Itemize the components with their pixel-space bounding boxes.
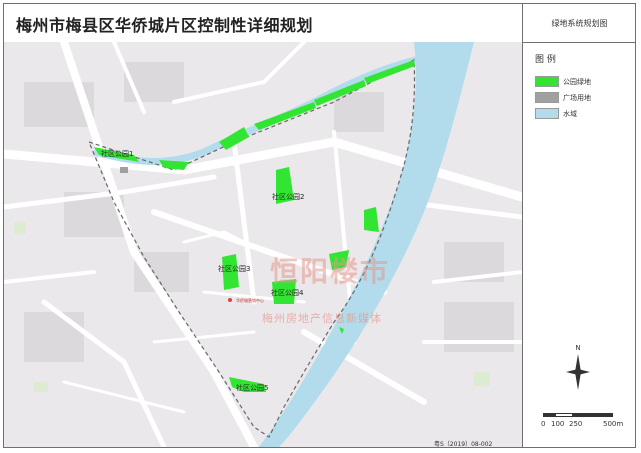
park-label-1: 社区公园1 <box>101 150 134 158</box>
map-frame: 梅州市梅县区华侨城片区控制性详细规划 社区公园1 社区公园2 社区公园3 社区公… <box>3 3 636 448</box>
legend-label-park: 公园绿地 <box>563 77 591 86</box>
plaza-block <box>120 167 128 173</box>
legend-label-plaza: 广场用地 <box>563 93 591 102</box>
scale-label-0: 0 <box>541 420 546 428</box>
map-title: 梅州市梅县区华侨城片区控制性详细规划 <box>16 16 314 35</box>
map-canvas: 社区公园1 社区公园2 社区公园3 社区公园4 社区公园5 华侨城营销中心 恒阳… <box>4 42 522 447</box>
plaza-swatch <box>535 92 559 103</box>
legend-heading: 图 例 <box>535 55 556 65</box>
scale-label-3: 500m <box>603 420 624 428</box>
legend-label-water: 水域 <box>563 109 577 118</box>
watermark-logo: 恒阳楼市 <box>270 255 391 288</box>
north-letter: N <box>575 344 580 352</box>
watermark-subtitle: 梅州房地产信息新媒体 <box>262 312 382 325</box>
north-arrow-icon: N <box>566 344 590 390</box>
legend-item-park: 公园绿地 <box>535 76 591 87</box>
water-swatch <box>535 108 559 119</box>
scale-label-2: 250 <box>569 420 583 428</box>
landmark-dot <box>228 298 232 302</box>
landmark-label: 华侨城营销中心 <box>236 298 264 303</box>
title-bar: 梅州市梅县区华侨城片区控制性详细规划 <box>4 4 522 43</box>
legend-panel-title: 绿地系统规划图 <box>523 4 636 43</box>
park-label-5: 社区公园5 <box>236 384 269 392</box>
park-label-3: 社区公园3 <box>218 265 251 273</box>
legend-panel: 绿地系统规划图 图 例 公园绿地 广场用地 水域 N 0 100 250 500… <box>522 4 636 447</box>
plan-number: 粤S（2019）08-002 <box>434 441 493 448</box>
scale-label-1: 100 <box>551 420 565 428</box>
legend-item-plaza: 广场用地 <box>535 92 591 103</box>
legend-item-water: 水域 <box>535 108 577 119</box>
scale-bar: 0 100 250 500m <box>539 399 629 429</box>
park-label-2: 社区公园2 <box>272 193 305 201</box>
park-swatch <box>535 76 559 87</box>
